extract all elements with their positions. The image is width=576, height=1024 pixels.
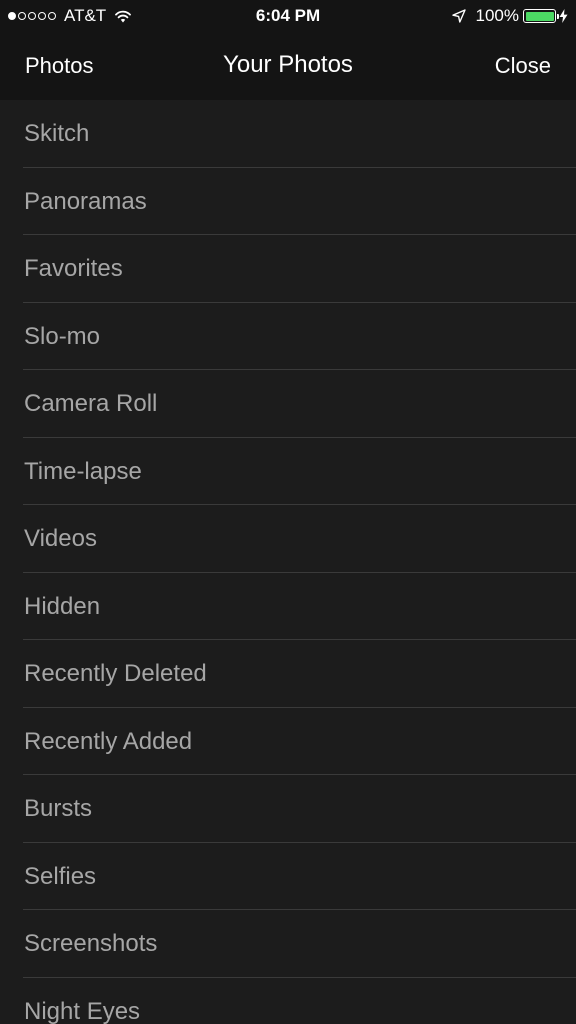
album-item-selfies[interactable]: Selfies (0, 843, 576, 911)
album-item-videos[interactable]: Videos (0, 505, 576, 573)
album-item-night-eyes[interactable]: Night Eyes (0, 978, 576, 1024)
album-label: Slo-mo (24, 322, 101, 350)
album-label: Bursts (24, 795, 93, 822)
page-title: Your Photos (223, 51, 353, 78)
album-item-panoramas[interactable]: Panoramas (0, 168, 576, 236)
status-bar: AT&T 6:04 PM 100% (0, 0, 576, 32)
album-label: Panoramas (24, 187, 147, 215)
album-label: Recently Deleted (24, 660, 207, 687)
album-label: Night Eyes (24, 997, 141, 1024)
album-label: Camera Roll (24, 390, 158, 417)
album-label: Favorites (24, 255, 123, 282)
battery-percent: 100% (475, 6, 519, 25)
album-label: Videos (24, 525, 97, 552)
album-item-recently-deleted[interactable]: Recently Deleted (0, 640, 576, 708)
album-label: Recently Added (24, 727, 193, 755)
status-right: 100% (451, 5, 568, 27)
album-item-camera-roll[interactable]: Camera Roll (0, 370, 576, 438)
album-label: Screenshots (24, 930, 158, 957)
album-item-slo-mo[interactable]: Slo-mo (0, 303, 576, 371)
album-list: Skitch Panoramas Favorites Slo-mo Camera… (0, 100, 576, 1024)
album-item-hidden[interactable]: Hidden (0, 573, 576, 641)
battery-level-fill (525, 11, 554, 21)
album-item-skitch[interactable]: Skitch (0, 100, 576, 168)
album-item-time-lapse[interactable]: Time-lapse (0, 438, 576, 506)
album-label: Time-lapse (24, 457, 142, 485)
battery-icon (523, 9, 559, 23)
album-label: Selfies (24, 862, 97, 890)
album-label: Hidden (24, 592, 101, 620)
album-item-bursts[interactable]: Bursts (0, 775, 576, 843)
navigation-bar: Photos Your Photos Close (0, 32, 576, 100)
album-item-recently-added[interactable]: Recently Added (0, 708, 576, 776)
album-item-favorites[interactable]: Favorites (0, 235, 576, 303)
battery-tip (557, 13, 559, 19)
charging-bolt-icon (559, 9, 568, 23)
close-button[interactable]: Close (495, 52, 551, 80)
album-label: Skitch (24, 120, 90, 147)
album-item-screenshots[interactable]: Screenshots (0, 910, 576, 978)
location-arrow-icon (451, 9, 466, 23)
screen: AT&T 6:04 PM 100% Photos Your Photos Clo… (0, 0, 576, 1024)
